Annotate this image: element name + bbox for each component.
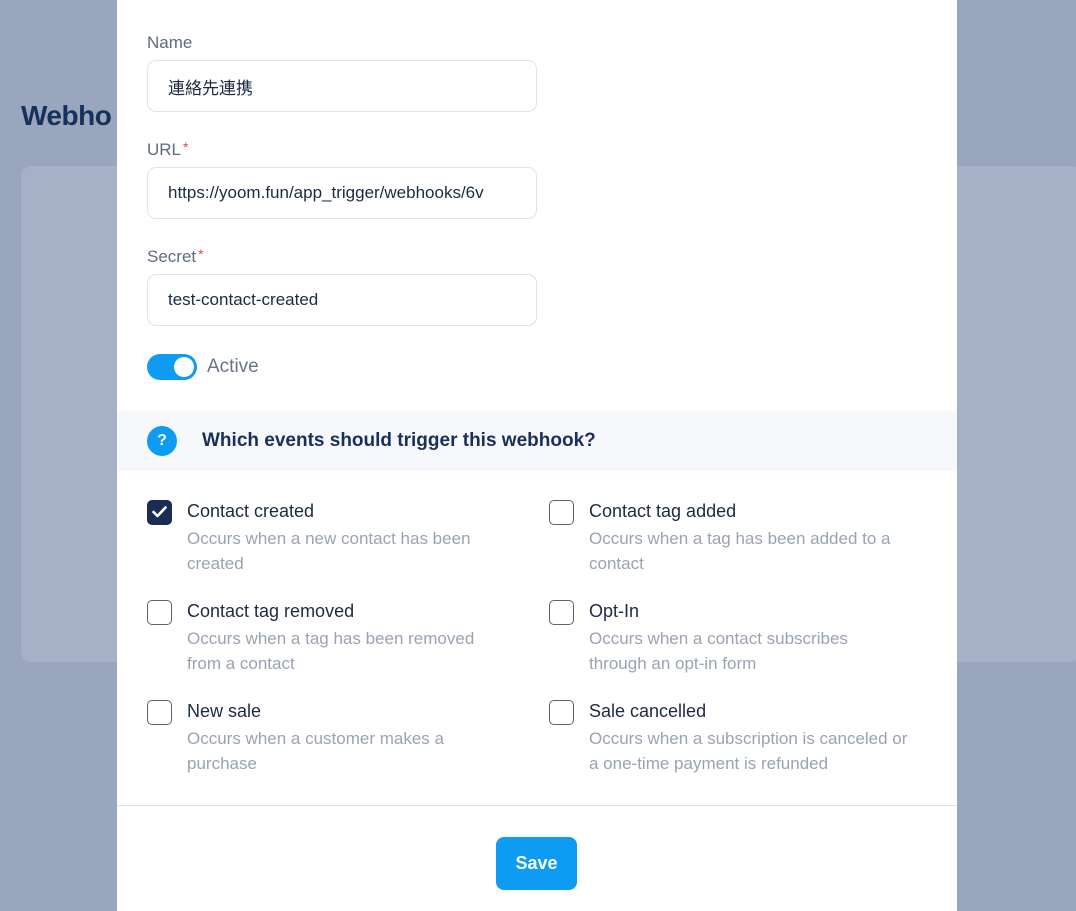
required-mark: * xyxy=(183,139,189,155)
footer-divider xyxy=(117,805,957,806)
page-title: Webho xyxy=(21,100,112,131)
event-description: Occurs when a new contact has been creat… xyxy=(187,529,471,573)
active-label: Active xyxy=(207,356,259,377)
event-title: New sale xyxy=(187,701,262,721)
secret-label: Secret * xyxy=(147,246,204,266)
url-input[interactable]: https://yoom.fun/app_trigger/webhooks/6v xyxy=(147,167,537,219)
question-icon[interactable]: ? xyxy=(147,426,177,456)
url-label: URL * xyxy=(147,139,189,159)
event-title: Contact tag added xyxy=(589,501,737,521)
name-label: Name xyxy=(147,33,193,52)
required-mark: * xyxy=(198,246,204,262)
event-title: Contact tag removed xyxy=(187,601,355,621)
event-description: Occurs when a tag has been added to a co… xyxy=(589,529,891,573)
webhook-modal: Name 連絡先連携 URL * https://yoom.fun/app_tri… xyxy=(117,0,957,911)
event-checkbox[interactable] xyxy=(147,600,172,625)
event-title: Contact created xyxy=(187,501,315,521)
events-header: ? Which events should trigger this webho… xyxy=(117,411,957,471)
event-description: Occurs when a tag has been removed from … xyxy=(187,629,475,673)
event-checkbox[interactable] xyxy=(549,700,574,725)
event-description: Occurs when a subscription is canceled o… xyxy=(589,729,908,773)
toggle-knob xyxy=(174,357,194,377)
active-toggle[interactable] xyxy=(147,354,197,380)
event-checkbox[interactable] xyxy=(549,600,574,625)
secret-input[interactable]: test-contact-created xyxy=(147,274,537,326)
event-description: Occurs when a contact subscribes through… xyxy=(589,629,848,673)
event-checkbox[interactable] xyxy=(147,500,172,525)
event-description: Occurs when a customer makes a purchase xyxy=(187,729,444,773)
event-checkbox[interactable] xyxy=(147,700,172,725)
event-checkbox[interactable] xyxy=(549,500,574,525)
save-button[interactable]: Save xyxy=(496,837,577,890)
check-icon xyxy=(152,506,167,518)
event-title: Opt-In xyxy=(589,601,640,621)
event-title: Sale cancelled xyxy=(589,701,707,721)
events-title: Which events should trigger this webhook… xyxy=(202,430,596,451)
name-input[interactable]: 連絡先連携 xyxy=(147,60,537,112)
